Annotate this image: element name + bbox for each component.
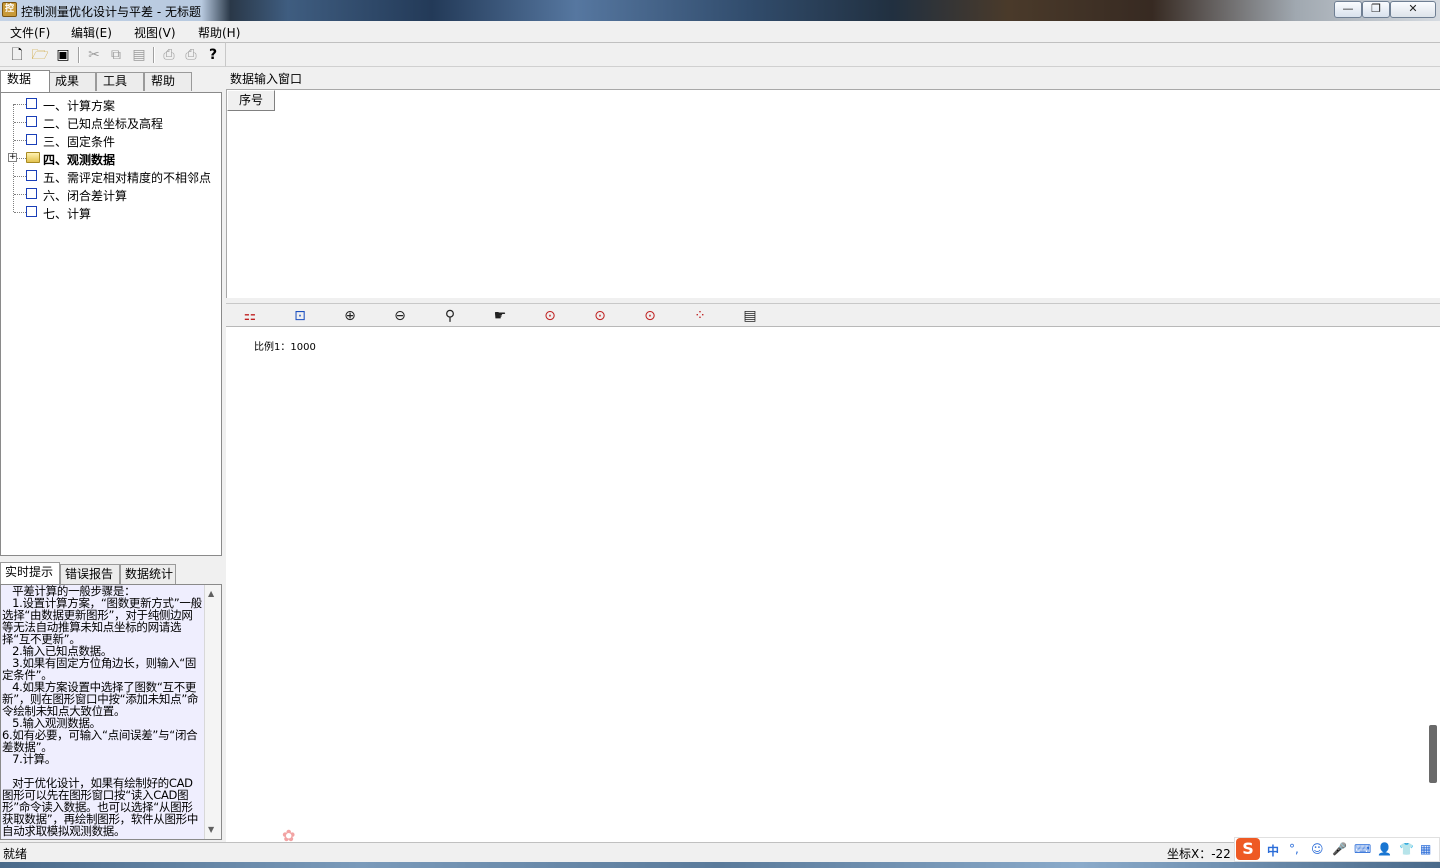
tree-item-label: 四、观测数据 [43, 153, 116, 167]
tree-item-label: 五、需评定相对精度的不相邻点 [43, 171, 212, 185]
skin-icon[interactable]: 👕 [1399, 842, 1414, 856]
scroll-down-icon[interactable]: ▼ [208, 825, 214, 834]
tab-realtime-hints[interactable]: 实时提示 [0, 562, 60, 584]
app-icon: 控 [2, 2, 17, 17]
grid-column-header[interactable]: 序号 [227, 90, 275, 111]
scale-label: 比例1：1000 [254, 342, 316, 353]
tree-connector [14, 176, 26, 177]
checkbox-icon[interactable] [26, 170, 37, 181]
menu-file[interactable]: 文件(F) [10, 24, 50, 41]
tree-item-plan[interactable]: 一、计算方案 [1, 95, 221, 113]
ime-logo-icon[interactable]: S [1236, 838, 1260, 860]
checkbox-icon[interactable] [26, 98, 37, 109]
tab-results[interactable]: 成果 [48, 72, 96, 91]
ime-lang-toggle[interactable]: 中 [1267, 842, 1279, 859]
graph-canvas[interactable] [226, 327, 1440, 842]
hint-panel: 平差计算的一般步骤是： 1.设置计算方案，“图数更新方式”一般选择“由数据更新图… [0, 584, 222, 840]
keyboard-icon[interactable]: ⌨ [1354, 842, 1371, 856]
scroll-up-icon[interactable]: ▲ [208, 589, 214, 598]
tree-item-label: 二、已知点坐标及高程 [43, 117, 164, 131]
tree-item-label: 六、闭合差计算 [43, 189, 128, 203]
tree-connector [14, 194, 26, 195]
ime-emoji-icon[interactable]: ☺ [1311, 842, 1324, 856]
main-toolbar: 🗋 🗁 ▣ ✂ ⧉ ▤ ⎙ ⎙ ? [0, 42, 225, 67]
new-icon[interactable]: 🗋 [8, 46, 26, 64]
tree-item-compute[interactable]: 七、计算 [1, 203, 221, 221]
pan-icon[interactable]: ☛ [491, 307, 509, 325]
tree-item-closure[interactable]: 六、闭合差计算 [1, 185, 221, 203]
checkbox-icon[interactable] [26, 206, 37, 217]
tree-connector [14, 122, 26, 123]
paste-icon[interactable]: ▤ [130, 46, 148, 64]
print-icon[interactable]: ⎙ [182, 46, 200, 64]
network-icon[interactable]: ⁘ [691, 307, 709, 325]
input-window-header [226, 67, 1440, 89]
status-text: 就绪 [3, 847, 28, 861]
scroll-thumb[interactable] [1429, 725, 1437, 783]
zoom-in-icon[interactable]: ⊕ [341, 307, 359, 325]
title-bar [0, 0, 1440, 21]
hint-tab-strip: 实时提示 错误报告 数据统计 [0, 562, 222, 584]
delete-point-icon[interactable]: ⊙ [591, 307, 609, 325]
graph-toolbar: ⚏ ⊡ ⊕ ⊖ ⚲ ☛ ⊙ ⊙ ⊙ ⁘ ▤ [226, 303, 1440, 327]
close-button[interactable]: ✕ [1390, 1, 1436, 18]
ime-punct-icon[interactable]: °, [1289, 842, 1299, 856]
taskbar [0, 862, 1440, 868]
copy-icon[interactable]: ⧉ [107, 46, 125, 64]
zoom-dynamic-icon[interactable]: ⚲ [441, 307, 459, 325]
tree-item-fixed-conditions[interactable]: 三、固定条件 [1, 131, 221, 149]
layer-icon[interactable]: ⚏ [241, 307, 259, 325]
hint-text: 平差计算的一般步骤是： 1.设置计算方案，“图数更新方式”一般选择“由数据更新图… [2, 584, 202, 838]
select-icon[interactable]: ⊡ [291, 307, 309, 325]
add-point-icon[interactable]: ⊙ [541, 307, 559, 325]
checkbox-icon[interactable] [26, 134, 37, 145]
toolbar-separator [78, 47, 80, 63]
open-icon[interactable]: 🗁 [31, 46, 49, 64]
menu-edit[interactable]: 编辑(E) [71, 24, 112, 41]
tree-item-relative-accuracy[interactable]: 五、需评定相对精度的不相邻点 [1, 167, 221, 185]
menu-help[interactable]: 帮助(H) [198, 24, 240, 41]
checkbox-icon[interactable] [26, 188, 37, 199]
toolbar-extension [225, 42, 1440, 67]
checkbox-icon[interactable] [26, 116, 37, 127]
toolbox-icon[interactable]: ▦ [1420, 842, 1431, 856]
menu-view[interactable]: 视图(V) [134, 24, 176, 41]
tree-connector [14, 140, 26, 141]
left-tab-strip: 数据 成果 工具 帮助 [0, 70, 222, 92]
toolbar-separator [153, 47, 155, 63]
minimize-button[interactable]: — [1334, 1, 1362, 18]
data-grid[interactable] [226, 89, 1440, 298]
tree-connector [14, 212, 26, 213]
tab-data-stats[interactable]: 数据统计 [120, 564, 176, 584]
window-title: 控制测量优化设计与平差 - 无标题 [21, 5, 201, 19]
tab-error-report[interactable]: 错误报告 [60, 564, 120, 584]
tab-data[interactable]: 数据 [0, 70, 50, 92]
microphone-icon[interactable]: 🎤 [1332, 842, 1347, 856]
tree-item-label: 七、计算 [43, 207, 92, 221]
user-icon[interactable]: 👤 [1377, 842, 1392, 856]
hint-scrollbar[interactable]: ▲ ▼ [204, 585, 221, 839]
zoom-out-icon[interactable]: ⊖ [391, 307, 409, 325]
folder-icon [26, 152, 40, 163]
tree-item-label: 一、计算方案 [43, 99, 116, 113]
tree-panel: 一、计算方案 二、已知点坐标及高程 三、固定条件 + 四、观测数据 五、需评定相… [0, 92, 222, 556]
tab-tools[interactable]: 工具 [96, 72, 144, 91]
tree-item-known-points[interactable]: 二、已知点坐标及高程 [1, 113, 221, 131]
tree-connector [14, 104, 26, 105]
maximize-button[interactable]: ❐ [1362, 1, 1390, 18]
coordinate-readout: 坐标X：-22 [1167, 847, 1231, 861]
save-icon[interactable]: ▣ [54, 46, 72, 64]
properties-icon[interactable]: ▤ [741, 307, 759, 325]
move-point-icon[interactable]: ⊙ [641, 307, 659, 325]
tab-help[interactable]: 帮助 [144, 72, 192, 91]
input-window-title: 数据输入窗口 [230, 72, 303, 86]
menu-bar: 文件(F) 编辑(E) 视图(V) 帮助(H) [0, 21, 1440, 41]
print-preview-icon[interactable]: ⎙ [160, 46, 178, 64]
expand-plus-icon[interactable]: + [8, 153, 17, 162]
tree-item-observations[interactable]: + 四、观测数据 [1, 149, 221, 167]
cut-icon[interactable]: ✂ [85, 46, 103, 64]
tree-item-label: 三、固定条件 [43, 135, 116, 149]
help-icon[interactable]: ? [204, 46, 222, 64]
